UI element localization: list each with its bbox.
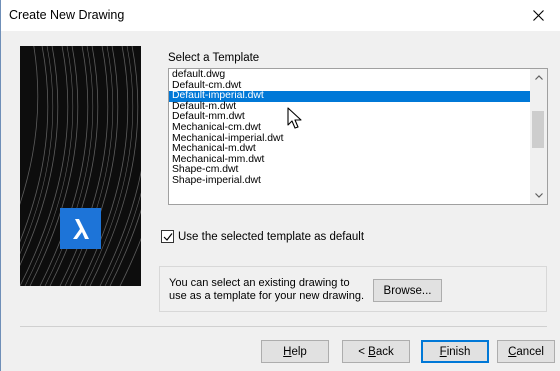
finish-button[interactable]: Finish (421, 340, 489, 363)
browse-info-text: You can select an existing drawing to us… (169, 277, 365, 302)
template-listbox[interactable]: default.dwg Default-cm.dwt Default-imperia… (168, 68, 548, 205)
bricscad-logo-icon (72, 218, 89, 239)
close-button[interactable] (515, 0, 560, 31)
template-group-label: Select a Template (168, 52, 260, 64)
finish-label-rest: inish (446, 345, 471, 358)
template-list-item[interactable]: default.dwg (169, 69, 531, 81)
default-template-option[interactable]: Use the selected template as default (161, 230, 364, 243)
create-new-drawing-dialog: Create New Drawing Select a Template def… (0, 0, 560, 371)
checkmark-icon (163, 232, 172, 241)
browse-info-panel: You can select an existing drawing to us… (159, 266, 547, 312)
help-button[interactable]: Help (261, 340, 329, 363)
cancel-label-rest: ancel (516, 345, 544, 358)
template-list-item[interactable]: Mechanical-cm.dwt (169, 122, 531, 134)
browse-button[interactable]: Browse... (373, 279, 442, 302)
back-mnemonic: B (368, 345, 376, 358)
template-list-item[interactable]: Shape-imperial.dwt (169, 175, 531, 187)
app-logo (60, 208, 101, 249)
back-button[interactable]: < Back (342, 340, 410, 363)
listbox-scrollbar[interactable] (530, 69, 547, 204)
help-mnemonic: H (283, 345, 292, 358)
back-label-rest: ack (375, 345, 394, 358)
cancel-button[interactable]: Cancel (497, 340, 555, 363)
title-bar: Create New Drawing (1, 0, 560, 31)
scroll-thumb[interactable] (532, 111, 544, 148)
default-template-checkbox[interactable] (161, 230, 174, 243)
chevron-up-icon (534, 75, 543, 80)
scroll-down-button[interactable] (530, 187, 547, 204)
default-template-label: Use the selected template as default (178, 230, 365, 243)
scroll-up-button[interactable] (530, 69, 547, 86)
finish-mnemonic: F (439, 345, 447, 358)
chevron-down-icon (534, 193, 543, 198)
cancel-mnemonic: C (508, 345, 517, 358)
window-title: Create New Drawing (9, 8, 125, 22)
footer-separator (20, 326, 547, 327)
back-prefix: < (358, 345, 369, 358)
close-icon (532, 10, 544, 21)
mouse-pointer-icon (287, 107, 302, 129)
decorative-side-image (20, 46, 141, 286)
template-list: default.dwg Default-cm.dwt Default-imperia… (169, 69, 531, 187)
wave-pattern-graphic (20, 46, 141, 286)
help-label-rest: elp (291, 345, 307, 358)
